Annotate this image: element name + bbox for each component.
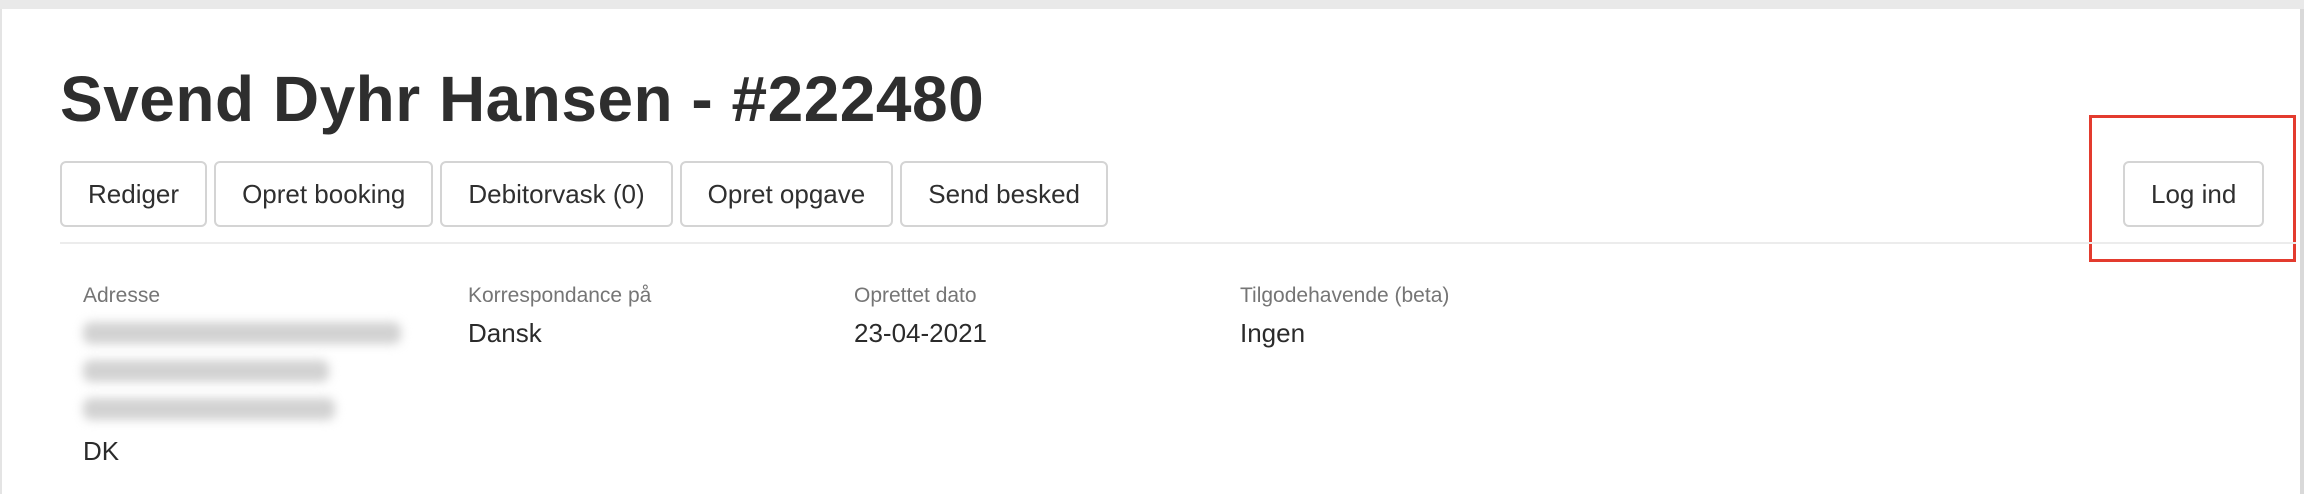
- receivable-value: Ingen: [1240, 318, 1306, 348]
- address-line-2-redacted: [83, 360, 329, 382]
- login-highlight-box: [2089, 115, 2296, 262]
- debtor-wash-button[interactable]: Debitorvask (0): [440, 161, 673, 227]
- correspondence-value: Dansk: [468, 318, 542, 348]
- created-date-field: Oprettet dato 23-04-2021: [854, 284, 987, 349]
- action-toolbar: Rediger Opret booking Debitorvask (0) Op…: [60, 161, 1109, 227]
- address-line-3-redacted: [83, 398, 335, 420]
- left-edge: [0, 9, 2, 494]
- divider: [60, 242, 2296, 244]
- created-date-label: Oprettet dato: [854, 284, 977, 307]
- correspondence-field: Korrespondance på Dansk: [468, 284, 651, 349]
- right-edge: [2300, 9, 2304, 494]
- top-strip: [0, 0, 2304, 9]
- customer-page: Svend Dyhr Hansen - #222480 Rediger Opre…: [0, 0, 2304, 494]
- edit-button[interactable]: Rediger: [60, 161, 208, 227]
- address-label: Adresse: [83, 284, 161, 307]
- page-title: Svend Dyhr Hansen - #222480: [60, 63, 985, 135]
- create-booking-button[interactable]: Opret booking: [214, 161, 434, 227]
- receivable-field: Tilgodehavende (beta) Ingen: [1240, 284, 1449, 349]
- correspondence-label: Korrespondance på: [468, 284, 652, 307]
- created-date-value: 23-04-2021: [854, 318, 987, 348]
- create-task-button[interactable]: Opret opgave: [679, 161, 894, 227]
- address-country: DK: [83, 436, 120, 466]
- receivable-label: Tilgodehavende (beta): [1240, 284, 1450, 307]
- send-message-button[interactable]: Send besked: [900, 161, 1109, 227]
- address-field: Adresse DK: [83, 284, 401, 467]
- address-line-1-redacted: [83, 322, 401, 344]
